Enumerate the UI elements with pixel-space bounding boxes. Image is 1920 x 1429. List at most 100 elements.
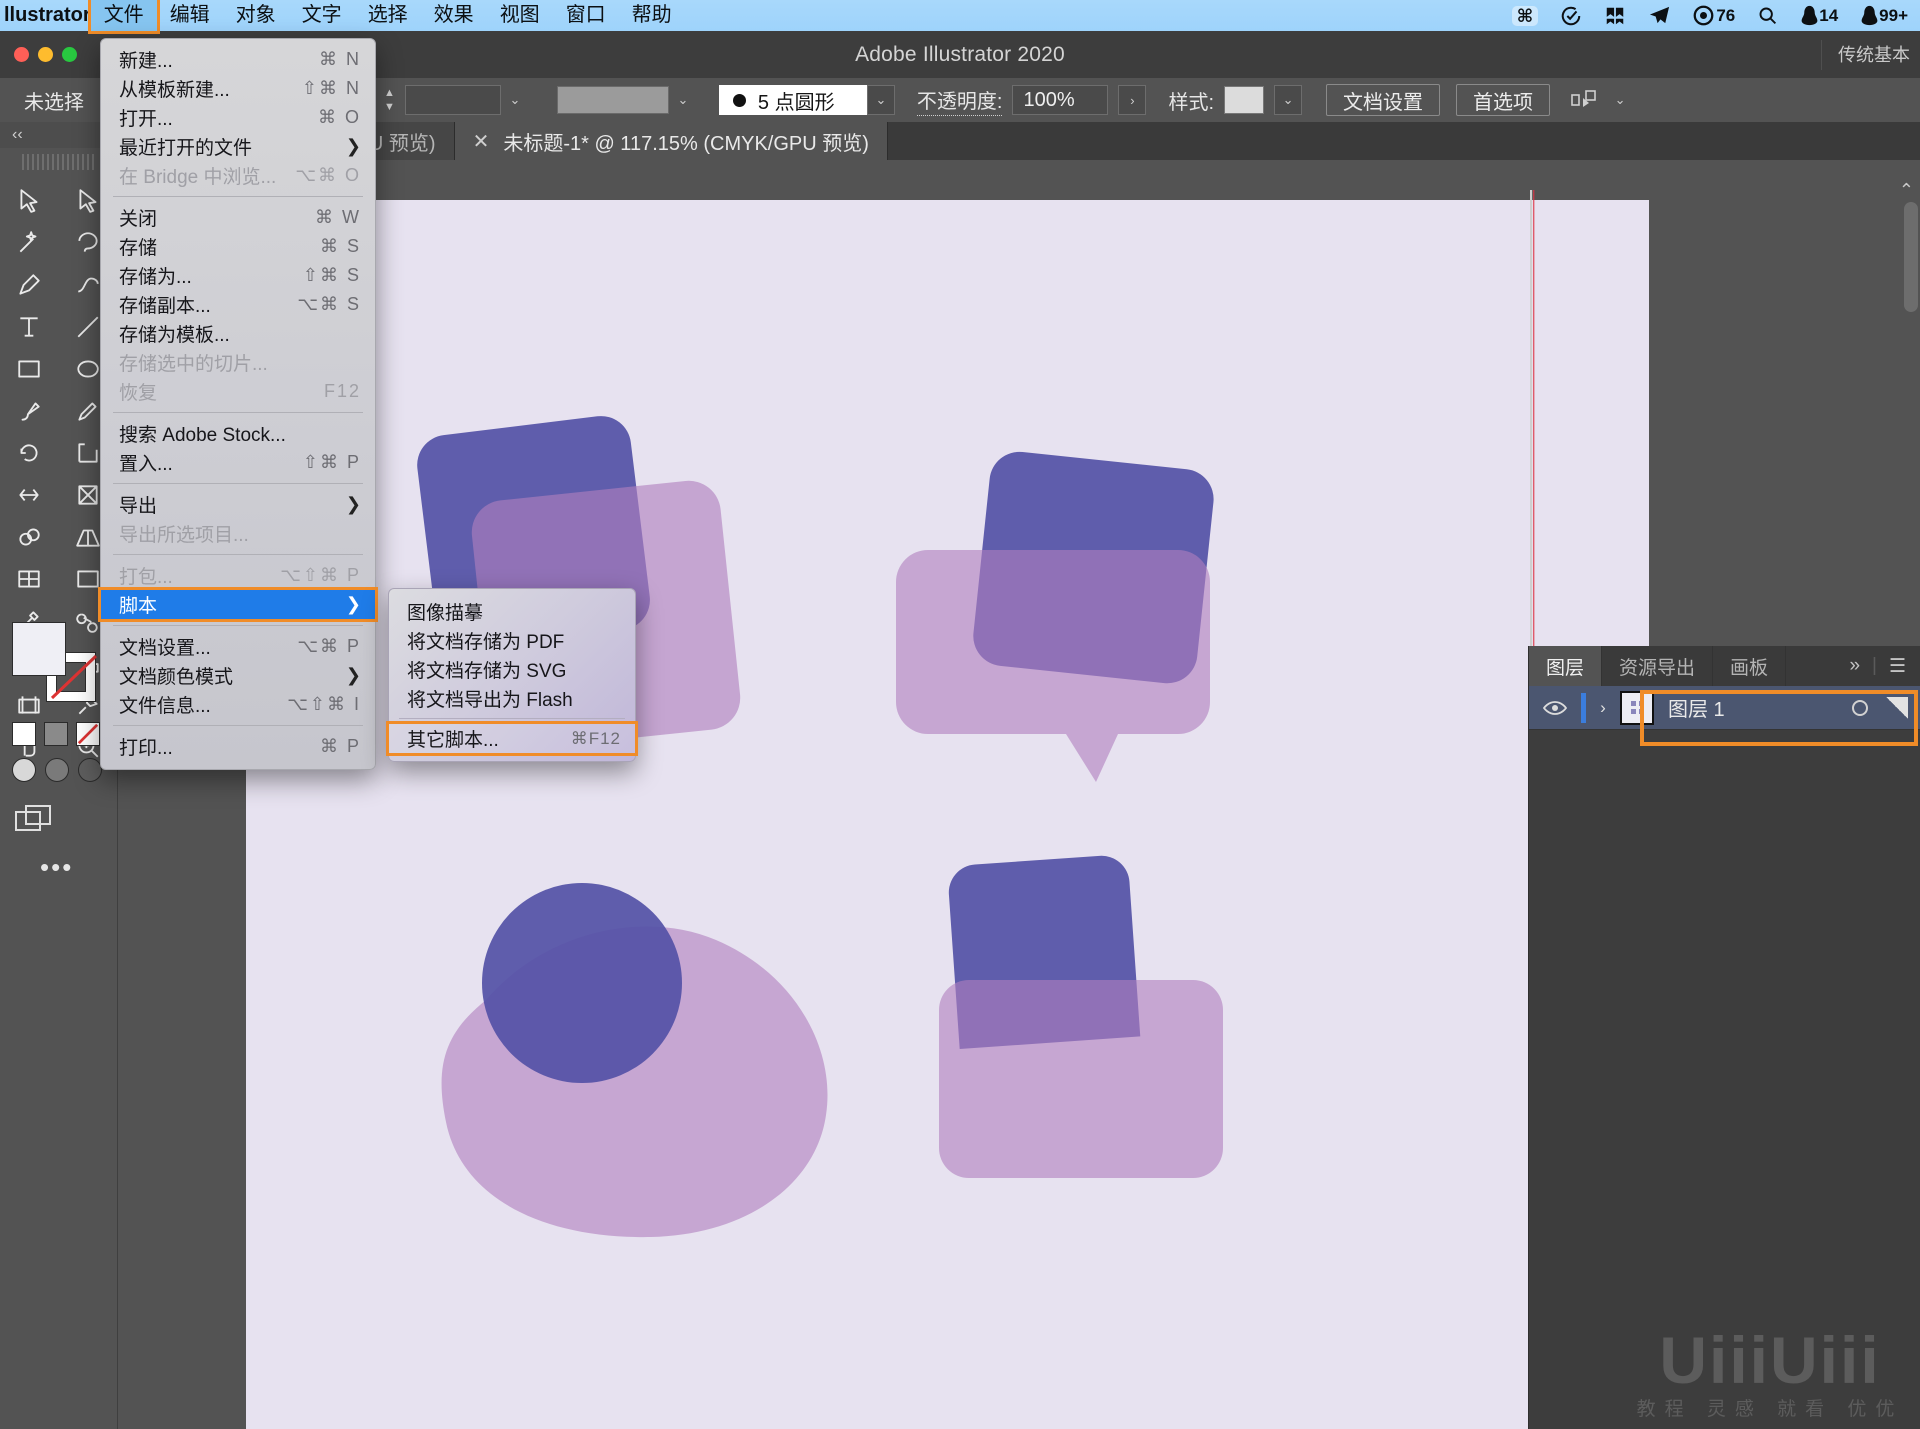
tab-layers[interactable]: 图层: [1529, 646, 1602, 686]
artboard[interactable]: [246, 200, 1649, 1429]
target-circle-icon[interactable]: [1852, 700, 1868, 716]
search-icon[interactable]: [1757, 5, 1778, 26]
file-menu-item-7[interactable]: 存储为...⇧⌘ S: [101, 261, 375, 290]
chevron-down-icon-3[interactable]: ⌄: [867, 85, 895, 115]
chevron-down-icon-4[interactable]: ⌄: [1274, 85, 1302, 115]
draw-inside-button[interactable]: [78, 758, 102, 782]
shape-builder-tool-icon[interactable]: [0, 516, 59, 558]
document-setup-button[interactable]: 文档设置: [1326, 84, 1440, 116]
layer-row[interactable]: › 图层 1: [1529, 686, 1920, 730]
vertical-scrollbar[interactable]: [1904, 202, 1918, 312]
script-submenu-item-other-scripts[interactable]: 其它脚本...⌘F12: [389, 724, 635, 753]
file-menu-item-8[interactable]: 存储副本...⌥⌘ S: [101, 290, 375, 319]
type-tool-icon[interactable]: [0, 306, 59, 348]
menu-4[interactable]: 选择: [355, 0, 421, 31]
file-menu-item-9[interactable]: 存储为模板...: [101, 319, 375, 348]
penguin-icon[interactable]: 14: [1800, 5, 1838, 26]
file-menu-item-19[interactable]: 文档颜色模式❯: [101, 661, 375, 690]
stroke-weight-stepper[interactable]: ▲▼: [384, 87, 395, 113]
file-menu-item-13[interactable]: 置入...⇧⌘ P: [101, 448, 375, 477]
folder-icon: [939, 854, 1223, 1178]
chevron-right-icon[interactable]: ›: [1118, 85, 1146, 115]
panel-grip[interactable]: [22, 154, 95, 170]
file-menu-item-20[interactable]: 文件信息...⌥⇧⌘ I: [101, 690, 375, 719]
menu-2[interactable]: 对象: [223, 0, 289, 31]
file-menu-item-1[interactable]: 从模板新建...⇧⌘ N: [101, 74, 375, 103]
draw-behind-button[interactable]: [45, 758, 69, 782]
mesh-tool-icon[interactable]: [0, 558, 59, 600]
file-menu-item-18[interactable]: 文档设置...⌥⌘ P: [101, 632, 375, 661]
close-icon[interactable]: ✕: [473, 129, 490, 154]
menu-8[interactable]: 帮助: [619, 0, 685, 31]
menu-3[interactable]: 文字: [289, 0, 355, 31]
scripts-submenu[interactable]: 图像描摹将文档存储为 PDF将文档存储为 SVG将文档导出为 Flash 其它脚本…: [388, 588, 636, 762]
file-menu-item-shortcut-13: ⇧⌘ P: [303, 452, 361, 473]
none-swatch-button[interactable]: [76, 722, 100, 746]
width-tool-icon[interactable]: [0, 474, 59, 516]
stroke-weight-field[interactable]: [405, 85, 501, 115]
menu-0[interactable]: 文件: [91, 0, 157, 31]
menu-5[interactable]: 效果: [421, 0, 487, 31]
chevron-down-icon-2[interactable]: ⌄: [669, 86, 697, 114]
penguin-icon-2[interactable]: 99+: [1860, 5, 1908, 26]
rotate-tool-icon[interactable]: [0, 432, 59, 474]
chevron-down-icon[interactable]: ⌄: [501, 86, 529, 114]
screen-mode-icon[interactable]: [12, 802, 56, 836]
color-swatch-button[interactable]: [12, 722, 36, 746]
script-submenu-item-1[interactable]: 将文档存储为 PDF: [389, 626, 635, 655]
brush-definition-select[interactable]: 5 点圆形: [719, 85, 867, 115]
opacity-field[interactable]: 100%: [1012, 85, 1108, 115]
telegram-icon[interactable]: [1648, 4, 1671, 27]
ellipsis-icon[interactable]: •••: [40, 852, 73, 883]
selection-tool-icon[interactable]: [0, 180, 59, 222]
pie-chart-blob-icon: [442, 883, 828, 1237]
layers-panel: 图层 资源导出 画板 » | ☰ › 图层 1 UiiiUiii 教程 灵感: [1528, 646, 1920, 1429]
tab-asset-export[interactable]: 资源导出: [1602, 646, 1713, 686]
draw-normal-button[interactable]: [12, 758, 36, 782]
file-menu-item-5[interactable]: 关闭⌘ W: [101, 203, 375, 232]
file-menu-item-2[interactable]: 打开...⌘ O: [101, 103, 375, 132]
script-submenu-item-0[interactable]: 图像描摹: [389, 597, 635, 626]
graphic-style-swatch[interactable]: [1224, 86, 1264, 114]
menu-separator: [113, 554, 363, 555]
script-submenu-item-3[interactable]: 将文档导出为 Flash: [389, 684, 635, 713]
file-menu-item-21[interactable]: 打印...⌘ P: [101, 732, 375, 761]
check-circle-icon[interactable]: [1560, 5, 1582, 27]
chevron-down-icon-5[interactable]: ⌄: [1606, 86, 1634, 114]
script-submenu-item-2[interactable]: 将文档存储为 SVG: [389, 655, 635, 684]
file-menu-item-label-14: 导出: [119, 491, 157, 518]
pen-tool-icon[interactable]: [0, 264, 59, 306]
menu-1[interactable]: 编辑: [157, 0, 223, 31]
file-menu-item-12[interactable]: 搜索 Adobe Stock...: [101, 419, 375, 448]
menu-6[interactable]: 视图: [487, 0, 553, 31]
tab-artboards-label: 画板: [1730, 653, 1768, 680]
file-menu-item-0[interactable]: 新建...⌘ N: [101, 45, 375, 74]
fill-stroke-control[interactable]: [12, 622, 108, 702]
file-menu-item-3[interactable]: 最近打开的文件❯: [101, 132, 375, 161]
chevron-right-icon[interactable]: ›: [1586, 698, 1620, 718]
hamburger-menu-icon[interactable]: ☰: [1889, 655, 1906, 678]
file-menu-dropdown[interactable]: 新建...⌘ N从模板新建...⇧⌘ N打开...⌘ O最近打开的文件❯在 Br…: [100, 38, 376, 770]
document-tab-active[interactable]: ✕ 未标题-1* @ 117.15% (CMYK/GPU 预览): [455, 122, 888, 160]
bookmark-grid-icon[interactable]: [1604, 5, 1626, 27]
opacity-label: 不透明度:: [917, 85, 1003, 116]
file-menu-item-6[interactable]: 存储⌘ S: [101, 232, 375, 261]
file-menu-item-17[interactable]: 脚本❯: [101, 590, 375, 619]
stroke-profile-swatch[interactable]: [557, 86, 669, 114]
file-menu-item-14[interactable]: 导出❯: [101, 490, 375, 519]
layer-name-label[interactable]: 图层 1: [1668, 693, 1725, 722]
rectangle-tool-icon[interactable]: [0, 348, 59, 390]
target-icon[interactable]: 76: [1693, 5, 1735, 26]
menu-7[interactable]: 窗口: [553, 0, 619, 31]
preferences-button[interactable]: 首选项: [1456, 84, 1550, 116]
chevrons-right-icon[interactable]: »: [1849, 655, 1860, 677]
command-icon[interactable]: ⌘: [1512, 6, 1539, 26]
paintbrush-tool-icon[interactable]: [0, 390, 59, 432]
align-object-icon[interactable]: [1570, 88, 1598, 112]
app-name-label: llustrator: [0, 4, 91, 27]
eye-icon[interactable]: [1529, 700, 1581, 716]
gradient-swatch-button[interactable]: [44, 722, 68, 746]
magic-wand-tool-icon[interactable]: [0, 222, 59, 264]
scroll-up-icon[interactable]: ⌃: [1899, 180, 1914, 201]
tab-artboards[interactable]: 画板: [1713, 646, 1786, 686]
